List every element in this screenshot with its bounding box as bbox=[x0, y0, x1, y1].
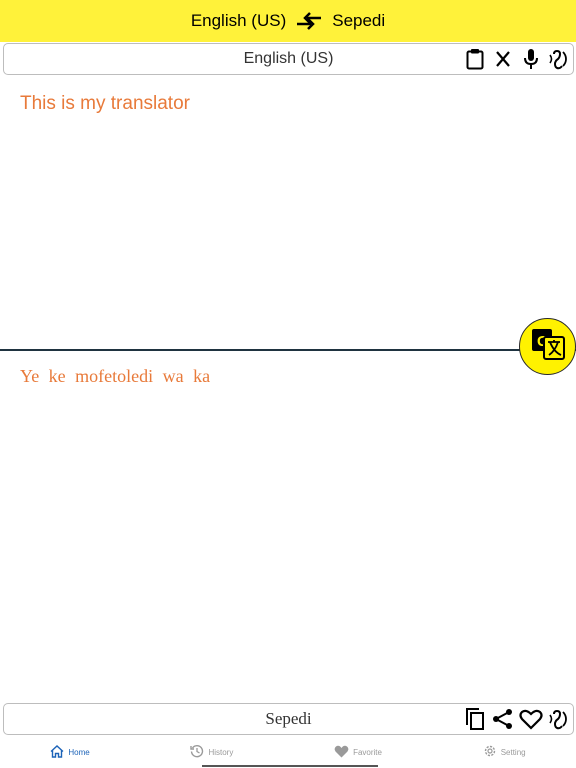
target-language-bar: Sepedi bbox=[3, 703, 574, 735]
heart-icon[interactable] bbox=[519, 706, 543, 732]
heart-icon bbox=[334, 745, 349, 760]
source-text[interactable]: This is my translator bbox=[20, 93, 190, 115]
microphone-icon[interactable] bbox=[519, 46, 543, 72]
home-icon bbox=[50, 744, 64, 760]
tab-favorite[interactable]: Favorite bbox=[334, 745, 382, 760]
tab-favorite-label: Favorite bbox=[353, 747, 382, 757]
speaker-icon[interactable] bbox=[547, 706, 571, 732]
share-icon[interactable] bbox=[491, 706, 515, 732]
source-language-selector[interactable]: English (US) bbox=[183, 11, 294, 31]
tab-home[interactable]: Home bbox=[50, 744, 90, 760]
translated-text: Ye ke mofetoledi wa ka bbox=[20, 366, 211, 386]
tab-history-label: History bbox=[208, 747, 234, 757]
speaker-icon[interactable] bbox=[547, 46, 571, 72]
translate-button[interactable]: G bbox=[519, 318, 576, 375]
swap-languages-icon[interactable] bbox=[294, 9, 324, 33]
history-icon bbox=[190, 744, 204, 760]
language-header: English (US) Sepedi bbox=[0, 0, 576, 42]
panel-divider bbox=[0, 349, 576, 351]
gear-icon bbox=[483, 744, 497, 760]
clipboard-icon[interactable] bbox=[463, 46, 487, 72]
tab-home-label: Home bbox=[68, 747, 90, 757]
tab-setting[interactable]: Setting bbox=[483, 744, 526, 760]
copy-icon[interactable] bbox=[463, 706, 487, 732]
source-language-bar: English (US) bbox=[3, 43, 574, 75]
tab-history[interactable]: History bbox=[190, 744, 233, 760]
bottom-tab-bar: Home History Favorite Setting bbox=[0, 736, 576, 768]
translate-icon: G bbox=[530, 327, 566, 366]
home-indicator bbox=[202, 765, 378, 767]
target-language-selector[interactable]: Sepedi bbox=[324, 11, 393, 31]
tab-setting-label: Setting bbox=[500, 747, 526, 757]
close-icon[interactable] bbox=[491, 46, 515, 72]
